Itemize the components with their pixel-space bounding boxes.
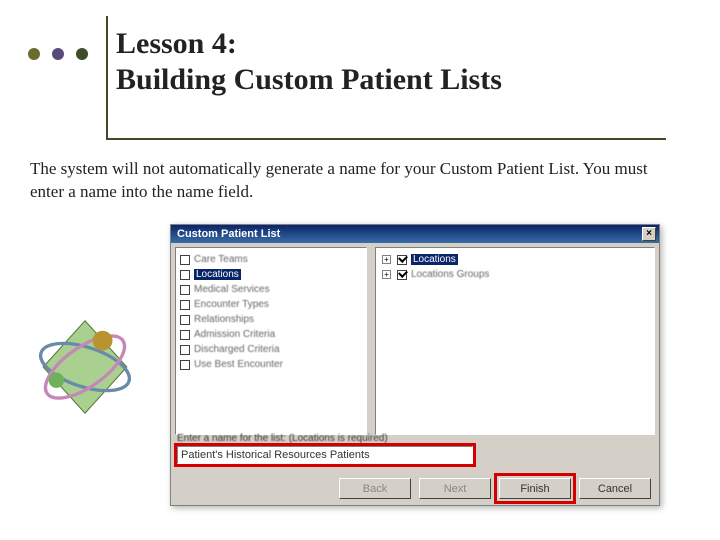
- page-title: Lesson 4: Building Custom Patient Lists: [116, 26, 502, 98]
- tree-item-label: Locations Groups: [411, 269, 489, 280]
- checkbox[interactable]: [180, 270, 190, 280]
- bullet-dot: [28, 48, 40, 60]
- body-text: The system will not automatically genera…: [30, 158, 680, 204]
- expand-icon[interactable]: +: [382, 270, 391, 279]
- list-item-label: Locations: [194, 269, 241, 280]
- cancel-button[interactable]: Cancel: [579, 478, 651, 499]
- bullet-dot: [76, 48, 88, 60]
- back-button[interactable]: Back: [339, 478, 411, 499]
- checkbox[interactable]: [180, 345, 190, 355]
- name-area: Enter a name for the list: (Locations is…: [177, 433, 653, 471]
- expand-icon[interactable]: +: [382, 255, 391, 264]
- title-line-2: Building Custom Patient Lists: [116, 63, 502, 96]
- checkbox[interactable]: [180, 360, 190, 370]
- name-label: Enter a name for the list: (Locations is…: [177, 433, 653, 444]
- criteria-list-pane[interactable]: Care Teams Locations Medical Services En…: [175, 247, 367, 435]
- list-item-label: Care Teams: [194, 254, 248, 265]
- list-item-label: Encounter Types: [194, 299, 269, 310]
- checkbox[interactable]: [180, 255, 190, 265]
- list-item[interactable]: Care Teams: [180, 252, 362, 267]
- list-item-label: Admission Criteria: [194, 329, 275, 340]
- checkbox[interactable]: [397, 255, 407, 265]
- title-line-1: Lesson 4:: [116, 27, 237, 60]
- list-item[interactable]: Encounter Types: [180, 297, 362, 312]
- decorative-graphic: [30, 312, 140, 422]
- locations-tree-pane[interactable]: + Locations + Locations Groups: [375, 247, 655, 435]
- list-item-label: Use Best Encounter: [194, 359, 283, 370]
- list-item[interactable]: Use Best Encounter: [180, 357, 362, 372]
- list-item[interactable]: Discharged Criteria: [180, 342, 362, 357]
- list-item-label: Medical Services: [194, 284, 270, 295]
- tree-item-label: Locations: [411, 254, 458, 265]
- tree-item[interactable]: + Locations Groups: [382, 267, 648, 282]
- list-name-input[interactable]: [177, 446, 473, 464]
- next-button[interactable]: Next: [419, 478, 491, 499]
- header-bullets: [28, 48, 88, 60]
- divider-vertical: [106, 16, 108, 138]
- list-item[interactable]: Locations: [180, 267, 362, 282]
- bullet-dot: [52, 48, 64, 60]
- close-icon[interactable]: ×: [642, 227, 656, 241]
- tree-item[interactable]: + Locations: [382, 252, 648, 267]
- list-item-label: Relationships: [194, 314, 254, 325]
- checkbox[interactable]: [180, 300, 190, 310]
- list-item[interactable]: Admission Criteria: [180, 327, 362, 342]
- dialog-button-row: Back Next Finish Cancel: [339, 478, 651, 499]
- finish-button[interactable]: Finish: [499, 478, 571, 499]
- checkbox[interactable]: [180, 285, 190, 295]
- checkbox[interactable]: [180, 330, 190, 340]
- divider-horizontal: [106, 138, 666, 140]
- list-item[interactable]: Relationships: [180, 312, 362, 327]
- custom-patient-list-dialog: Custom Patient List × Care Teams Locatio…: [170, 224, 660, 506]
- list-item[interactable]: Medical Services: [180, 282, 362, 297]
- checkbox[interactable]: [180, 315, 190, 325]
- list-item-label: Discharged Criteria: [194, 344, 280, 355]
- dialog-title: Custom Patient List: [177, 228, 280, 240]
- checkbox[interactable]: [397, 270, 407, 280]
- dialog-titlebar[interactable]: Custom Patient List ×: [171, 225, 659, 243]
